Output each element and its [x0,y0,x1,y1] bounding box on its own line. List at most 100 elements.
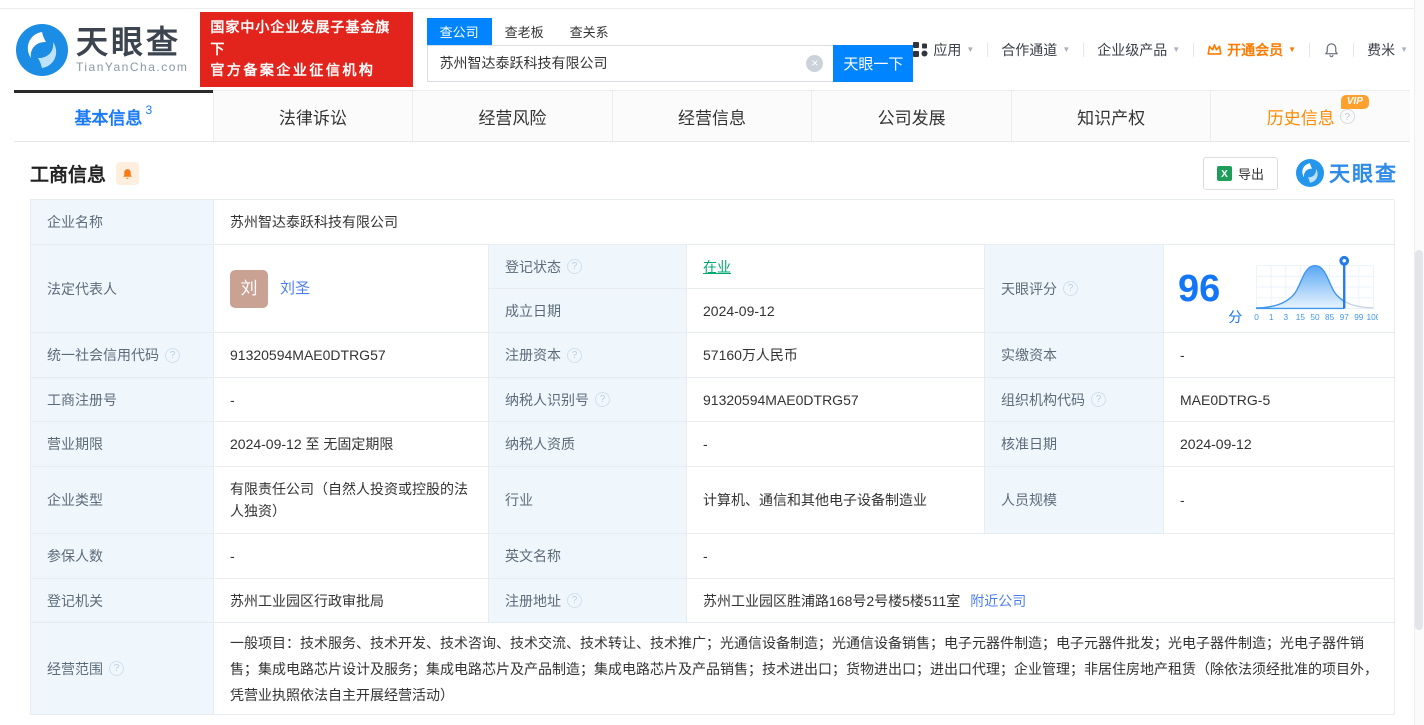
table-row: 法定代表人 刘 刘圣 登记状态? 在业 天眼评分? 96 分 0 1 3 15 … [31,245,1395,333]
svg-text:3: 3 [1284,313,1289,322]
nav-partner-channel[interactable]: 合作通道 ▼ [1001,40,1070,60]
table-row: 登记机关 苏州工业园区行政审批局 注册地址? 苏州工业园区胜浦路168号2号楼5… [31,579,1395,623]
svg-text:97: 97 [1340,313,1350,322]
field-value-insured-count: - [214,534,489,579]
nav-apps[interactable]: 应用 ▼ [913,40,974,60]
crown-icon [1207,44,1222,55]
field-value-legal-representative: 刘 刘圣 [214,245,489,333]
top-navigation: 应用 ▼ 合作通道 ▼ 企业级产品 ▼ 开通会员 ▼ 费米 ▼ [913,40,1408,60]
tab-count-badge: 3 [145,103,153,117]
tab-business-risk[interactable]: 经营风险 [413,91,613,141]
field-value-registered-capital: 57160万人民币 [687,333,985,378]
field-label-business-scope: 经营范围? [31,623,214,715]
brand-name: 天眼查 [76,23,182,60]
field-label-legal-representative: 法定代表人 [31,245,214,333]
status-badge[interactable]: 在业 [703,256,731,278]
tab-legal-litigation[interactable]: 法律诉讼 [213,91,414,141]
svg-text:X: X [1221,169,1228,180]
detail-tabbar: 基本信息 3 法律诉讼 经营风险 经营信息 公司发展 知识产权 VIP 历史信息… [14,90,1411,142]
table-row: 企业类型 有限责任公司（自然人投资或控股的法人独资） 行业 计算机、通信和其他电… [31,467,1395,534]
score-axis-ticks: 0 1 3 15 50 85 97 99 100 [1255,313,1379,322]
field-value-paid-capital: - [1164,333,1395,378]
field-value-establish-date: 2024-09-12 [687,289,985,333]
field-label-registered-address: 注册地址? [489,579,687,623]
table-row: 经营范围? 一般项目：技术服务、技术开发、技术咨询、技术交流、技术转让、技术推广… [31,623,1395,715]
help-icon[interactable]: ? [567,347,582,363]
nav-enterprise-products[interactable]: 企业级产品 ▼ [1097,40,1180,60]
table-row: 统一社会信用代码? 91320594MAE0DTRG57 注册资本? 57160… [31,333,1395,378]
field-value-registration-status: 在业 [687,245,985,289]
field-value-business-term: 2024-09-12 至 无固定期限 [214,422,489,467]
chevron-down-icon: ▼ [1400,45,1408,54]
search-type-tabs: 查公司 查老板 查关系 [426,17,914,45]
field-label-staff-size: 人员规模 [985,467,1164,534]
field-value-tianyan-score: 96 分 0 1 3 15 50 85 97 99 10 [1164,245,1395,333]
notifications-button[interactable] [1323,41,1340,58]
help-icon[interactable]: ? [1091,392,1106,407]
help-icon[interactable]: ? [1063,281,1078,296]
business-info-table: 企业名称 苏州智达泰跃科技有限公司 法定代表人 刘 刘圣 登记状态? 在业 天眼… [30,199,1395,715]
field-label-paid-capital: 实缴资本 [985,333,1164,378]
score-distribution-chart: 0 1 3 15 50 85 97 99 100 [1255,255,1379,322]
tab-intellectual-property[interactable]: 知识产权 [1011,91,1212,141]
field-value-organization-code: MAE0DTRG-5 [1164,378,1395,422]
field-value-registration-authority: 苏州工业园区行政审批局 [214,579,489,623]
field-label-english-name: 英文名称 [489,534,687,579]
search-button[interactable]: 天眼一下 [833,44,914,82]
field-value-company-type: 有限责任公司（自然人投资或控股的法人独资） [214,467,489,534]
field-value-staff-size: - [1164,467,1395,534]
field-value-company-name: 苏州智达泰跃科技有限公司 [214,200,1395,245]
field-label-registration-status: 登记状态? [489,245,687,289]
tianyancha-logo[interactable]: 天眼查 TianYanCha.com [16,23,188,76]
export-button[interactable]: X 导出 [1202,156,1278,190]
clear-search-icon[interactable]: × [806,54,824,72]
field-value-credit-code: 91320594MAE0DTRG57 [214,333,489,378]
nav-open-membership[interactable]: 开通会员 ▼ [1207,40,1296,60]
svg-text:99: 99 [1354,313,1364,322]
field-value-approval-date: 2024-09-12 [1164,422,1395,467]
section-title: 工商信息 [30,164,107,186]
field-label-establish-date: 成立日期 [489,289,687,333]
field-label-registered-capital: 注册资本? [489,333,687,378]
scrollbar-thumb[interactable] [1415,250,1423,630]
tab-business-info[interactable]: 经营信息 [612,91,813,141]
field-value-business-scope: 一般项目：技术服务、技术开发、技术咨询、技术交流、技术转让、技术推广；光通信设备… [214,623,1395,715]
bell-icon [123,168,132,179]
chevron-down-icon: ▼ [1062,45,1071,54]
score-value: 96 [1178,267,1221,310]
field-value-english-name: - [687,534,1395,579]
nearby-companies-link[interactable]: 附近公司 [970,590,1026,612]
help-icon[interactable]: ? [595,392,610,407]
tab-history-info[interactable]: VIP 历史信息 ? [1211,91,1411,141]
field-label-insured-count: 参保人数 [31,534,214,579]
svg-text:15: 15 [1296,313,1306,322]
tab-company-development[interactable]: 公司发展 [812,91,1012,141]
help-icon[interactable]: ? [567,259,582,274]
svg-text:50: 50 [1311,313,1321,322]
tab-basic-info[interactable]: 基本信息 3 [14,90,214,141]
avatar[interactable]: 刘 [230,269,268,308]
chevron-down-icon: ▼ [1172,45,1181,54]
scrollbar-track[interactable] [1414,0,1424,725]
search-tab-company[interactable]: 查公司 [426,17,492,45]
help-icon[interactable]: ? [165,347,180,363]
chevron-down-icon: ▼ [1288,45,1297,54]
field-label-business-term: 营业期限 [31,422,214,467]
subscribe-bell-button[interactable] [116,161,140,185]
table-row: 工商注册号 - 纳税人识别号? 91320594MAE0DTRG57 组织机构代… [31,378,1395,422]
search-tab-boss[interactable]: 查老板 [492,18,557,45]
help-icon[interactable]: ? [567,593,582,608]
field-label-industry: 行业 [489,467,687,534]
legal-representative-link[interactable]: 刘圣 [280,278,310,300]
search-tab-relation[interactable]: 查关系 [557,18,622,45]
field-value-registration-number: - [214,378,489,422]
search-input[interactable] [426,44,834,82]
help-icon[interactable]: ? [1339,108,1355,124]
help-icon[interactable]: ? [109,661,124,676]
svg-text:1: 1 [1269,313,1274,322]
section-header: 工商信息 X 导出 天眼查 [30,150,1398,196]
field-label-registration-authority: 登记机关 [31,579,214,623]
apps-grid-icon [913,42,928,57]
svg-text:85: 85 [1325,313,1335,322]
nav-user-menu[interactable]: 费米 ▼ [1367,40,1408,60]
